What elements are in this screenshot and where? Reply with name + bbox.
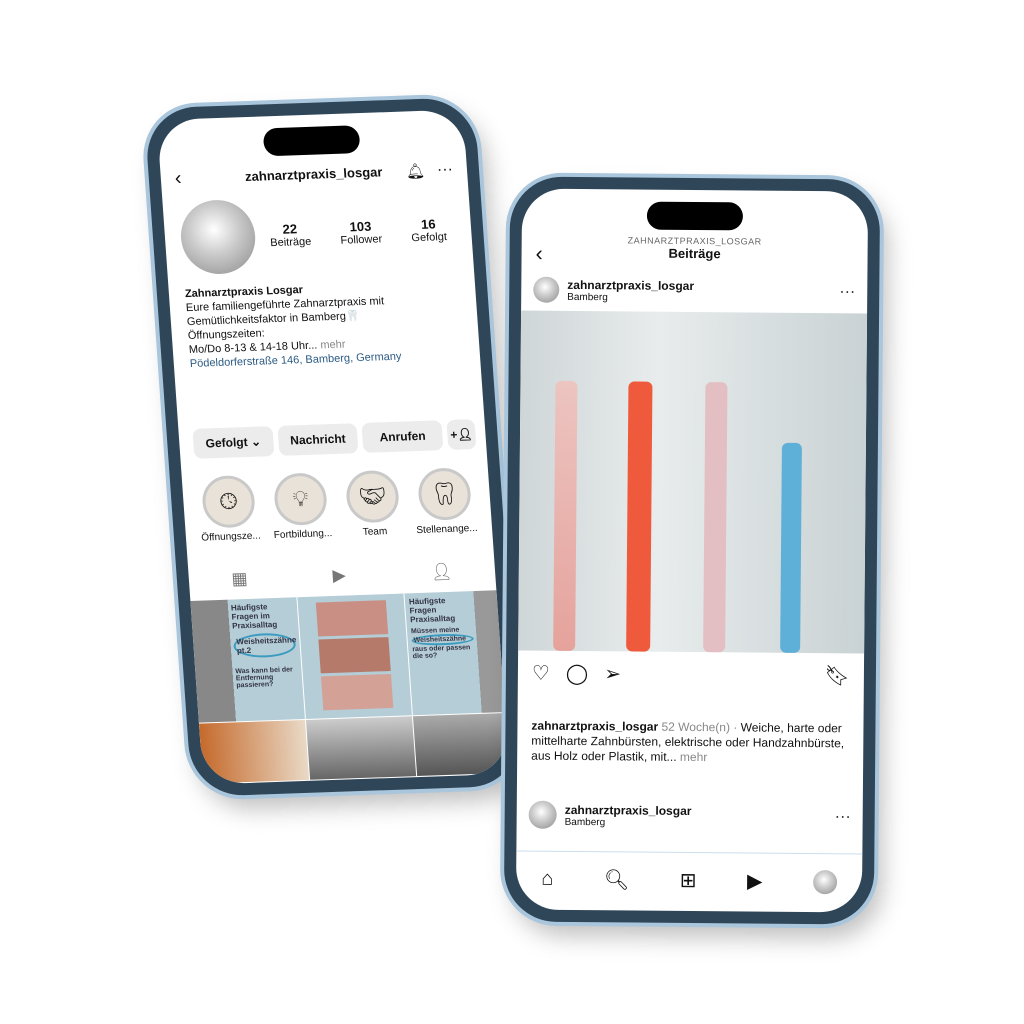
caption: zahnarztpraxis_losgar 52 Woche(n) · Weic…: [531, 718, 845, 765]
more-link[interactable]: mehr: [320, 339, 346, 352]
create-icon[interactable]: ⊞: [680, 868, 697, 893]
profile-username: zahnarztpraxis_losgar: [244, 164, 383, 185]
highlight-jobs[interactable]: 🦷︎ Stellenange...: [408, 467, 483, 536]
posts-grid: Häufigste Fragen im Praxisalltag Weishei…: [190, 589, 510, 784]
tagged-tab-icon[interactable]: 👤︎: [430, 562, 453, 583]
author-avatar[interactable]: [528, 800, 557, 829]
more-icon[interactable]: ···: [839, 283, 855, 301]
more-link[interactable]: mehr: [680, 750, 707, 764]
post-tile[interactable]: [198, 719, 310, 784]
dynamic-island: [646, 201, 744, 231]
more-icon[interactable]: ···: [436, 160, 453, 179]
post-tile[interactable]: [305, 716, 417, 780]
stat-following[interactable]: 16 Gefolgt: [410, 216, 447, 244]
comment-icon[interactable]: ◯: [566, 661, 589, 686]
profile-icon[interactable]: [812, 869, 837, 894]
share-icon[interactable]: ➢: [604, 661, 621, 686]
search-icon[interactable]: 🔍︎: [604, 867, 630, 892]
profile-screen: ‹ zahnarztpraxis_losgar 🔔︎ ··· 22 Beiträge…: [156, 109, 510, 785]
bookmark-icon[interactable]: 🔖︎: [824, 663, 850, 688]
highlight-opening-hours[interactable]: 🕓︎ Öffnungsze...: [192, 474, 267, 544]
post-tile[interactable]: Häufigste Fragen im Praxisalltag Weishei…: [190, 597, 305, 723]
more-icon[interactable]: ···: [835, 808, 851, 826]
post-tile[interactable]: Häufigste Fragen Praxisalltag Müssen mei…: [404, 589, 510, 716]
back-icon[interactable]: ‹: [174, 167, 182, 190]
like-icon[interactable]: ♡: [532, 661, 550, 686]
header-title: Beiträge: [668, 245, 721, 262]
following-button[interactable]: Gefolgt ⌄: [192, 426, 275, 459]
message-button[interactable]: Nachricht: [277, 423, 359, 456]
stat-posts[interactable]: 22 Beiträge: [269, 220, 312, 249]
clock-icon: 🕓︎: [200, 474, 257, 529]
call-button[interactable]: Anrufen: [361, 420, 444, 453]
dynamic-island: [262, 125, 361, 157]
bell-icon[interactable]: 🔔︎: [405, 161, 425, 180]
add-person-icon[interactable]: +👤︎: [446, 419, 477, 450]
highlight-training[interactable]: 💡︎ Fortbildung...: [264, 472, 339, 541]
profile-avatar: [178, 198, 258, 276]
post-tile[interactable]: [412, 712, 510, 777]
author-avatar[interactable]: [533, 276, 560, 303]
handshake-icon: 🤝︎: [344, 469, 401, 524]
post-image: [518, 310, 868, 654]
reels-icon[interactable]: ▶︎: [747, 868, 763, 893]
post-tile[interactable]: [297, 593, 412, 719]
grid-tab-icon[interactable]: ▦: [231, 569, 248, 590]
post-phone: ‹ ZAHNARZTPRAXIS_LOSGAR Beiträge zahnarz…: [503, 176, 881, 925]
lightbulb-icon: 💡︎: [272, 472, 329, 526]
post-screen: ‹ ZAHNARZTPRAXIS_LOSGAR Beiträge zahnarz…: [515, 188, 869, 913]
profile-phone: ‹ zahnarztpraxis_losgar 🔔︎ ··· 22 Beiträge…: [143, 97, 523, 797]
tooth-icon: 🦷︎: [416, 467, 473, 521]
stat-followers[interactable]: 103 Follower: [339, 218, 382, 246]
bottom-nav: ⌂ 🔍︎ ⊞ ▶︎: [515, 850, 863, 910]
highlight-team[interactable]: 🤝︎ Team: [336, 469, 411, 538]
bio: Zahnarztpraxis Losgar Eure familiengefüh…: [184, 277, 470, 371]
home-icon[interactable]: ⌂: [541, 868, 553, 891]
reels-tab-icon[interactable]: ▶︎: [332, 566, 346, 586]
